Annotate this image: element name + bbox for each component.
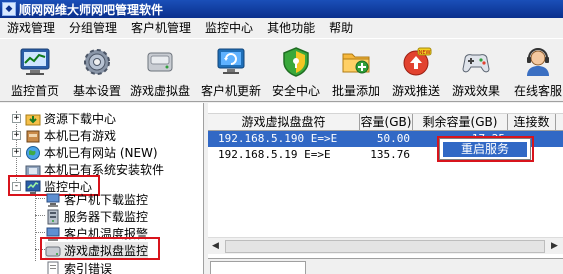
tree-item-server-download-monitor[interactable]: 服务器下载监控 — [45, 208, 148, 225]
toolbar-basic-settings-button[interactable]: 基本设置 — [68, 45, 126, 101]
shield-icon — [283, 47, 309, 77]
tree-connector — [35, 191, 36, 261]
tree-item-label: 索引错误 — [64, 262, 113, 274]
toolbar-security-center-button[interactable]: 安全中心 — [268, 45, 324, 101]
cell-disk: 192.168.5.190 E=>E — [218, 132, 338, 145]
tree-item-label: 资源下载中心 — [44, 112, 117, 126]
menu-bar: 游戏管理 分组管理 客户机管理 监控中心 其他功能 帮助 — [0, 18, 563, 38]
tree-connector — [35, 215, 45, 216]
disk-drive-icon — [147, 52, 173, 72]
column-header-capacity[interactable]: 容量(GB) — [360, 114, 413, 131]
tree-item-resource-download-center[interactable]: + 资源下载中心 — [12, 110, 116, 127]
menu-help[interactable]: 帮助 — [322, 18, 360, 38]
bottom-tab-strip — [208, 258, 563, 274]
horizontal-scrollbar[interactable]: ◀ ▶ — [208, 237, 563, 254]
toolbar: 监控首页 基本设置 游戏虚拟盘 客户机更新 安全中心 批量添加 NEW 游戏推送… — [0, 38, 563, 102]
gamepad-icon — [462, 54, 490, 73]
expand-toggle[interactable]: + — [12, 131, 21, 140]
column-header-connections[interactable]: 连接数 — [508, 114, 556, 131]
scroll-thumb[interactable] — [225, 240, 545, 253]
title-bar: ◆ 顺网网维大师网吧管理软件 — [0, 0, 563, 18]
tree-item-local-games[interactable]: + 本机已有游戏 — [12, 127, 116, 144]
tree-item-index-error[interactable]: 索引错误 — [45, 260, 112, 274]
push-new-icon: NEW — [403, 47, 432, 76]
app-icon: ◆ — [2, 2, 16, 16]
game-box-icon — [26, 130, 40, 142]
folder-add-icon — [342, 53, 370, 74]
computer-icon — [46, 193, 60, 207]
scroll-right-icon[interactable]: ▶ — [551, 241, 558, 251]
navigation-tree: + 资源下载中心 + 本机已有游戏 + 本机已有网站 (NEW) 本机已有系统安… — [0, 103, 204, 274]
cell-disk: 192.168.5.19 E=>E — [218, 148, 331, 161]
tree-connector — [35, 198, 45, 199]
tree-item-label: 本机已有游戏 — [44, 129, 117, 143]
tree-item-label: 本机已有网站 (NEW) — [44, 146, 158, 160]
expand-toggle[interactable]: + — [12, 148, 21, 157]
grid-header: 游戏虚拟盘盘符 容量(GB) 剩余容量(GB) 连接数 — [208, 113, 563, 131]
menu-group-management[interactable]: 分组管理 — [62, 18, 124, 38]
virtual-disk-grid: 游戏虚拟盘盘符 容量(GB) 剩余容量(GB) 连接数 192.168.5.19… — [208, 103, 563, 274]
tree-item-label: 服务器下载监控 — [64, 210, 149, 224]
column-header-remaining[interactable]: 剩余容量(GB) — [413, 114, 508, 131]
globe-icon — [26, 145, 40, 160]
toolbar-monitor-home-button[interactable]: 监控首页 — [6, 45, 64, 101]
document-icon — [47, 261, 59, 274]
download-folder-icon — [25, 114, 41, 125]
toolbar-client-update-button[interactable]: 客户机更新 — [198, 45, 264, 101]
menu-client-management[interactable]: 客户机管理 — [124, 18, 198, 38]
tree-connector — [35, 232, 45, 233]
monitor-chart-icon — [20, 48, 50, 75]
toolbar-game-virtual-disk-button[interactable]: 游戏虚拟盘 — [128, 45, 192, 101]
toolbar-game-push-button[interactable]: NEW 游戏推送 — [388, 45, 444, 101]
toolbar-batch-add-button[interactable]: 批量添加 — [328, 45, 384, 101]
highlight-game-virtual-disk-monitor — [40, 237, 160, 260]
highlight-restart-service — [437, 136, 534, 162]
menu-other-functions[interactable]: 其他功能 — [260, 18, 322, 38]
menu-monitor-center[interactable]: 监控中心 — [198, 18, 260, 38]
tree-item-label: 客户机下载监控 — [64, 193, 149, 207]
toolbar-game-effect-button[interactable]: 游戏效果 — [448, 45, 504, 101]
toolbar-online-service-button[interactable]: 在线客服 — [508, 45, 563, 101]
cell-capacity: 135.76 — [370, 148, 410, 161]
column-header-disk[interactable]: 游戏虚拟盘盘符 — [208, 114, 360, 131]
window-title: 顺网网维大师网吧管理软件 — [19, 2, 164, 17]
tree-item-client-download-monitor[interactable]: 客户机下载监控 — [45, 191, 148, 208]
server-icon — [47, 209, 59, 224]
menu-game-management[interactable]: 游戏管理 — [0, 18, 62, 38]
update-monitor-icon — [217, 48, 245, 74]
expand-toggle[interactable]: + — [12, 114, 21, 123]
scroll-left-icon[interactable]: ◀ — [212, 241, 219, 251]
svg-text:NEW: NEW — [419, 50, 431, 56]
cell-capacity: 50.00 — [376, 132, 410, 145]
gear-icon — [84, 49, 110, 75]
tree-item-local-websites[interactable]: + 本机已有网站 (NEW) — [12, 144, 158, 161]
customer-service-icon — [527, 48, 549, 76]
bottom-tab[interactable] — [210, 261, 306, 274]
